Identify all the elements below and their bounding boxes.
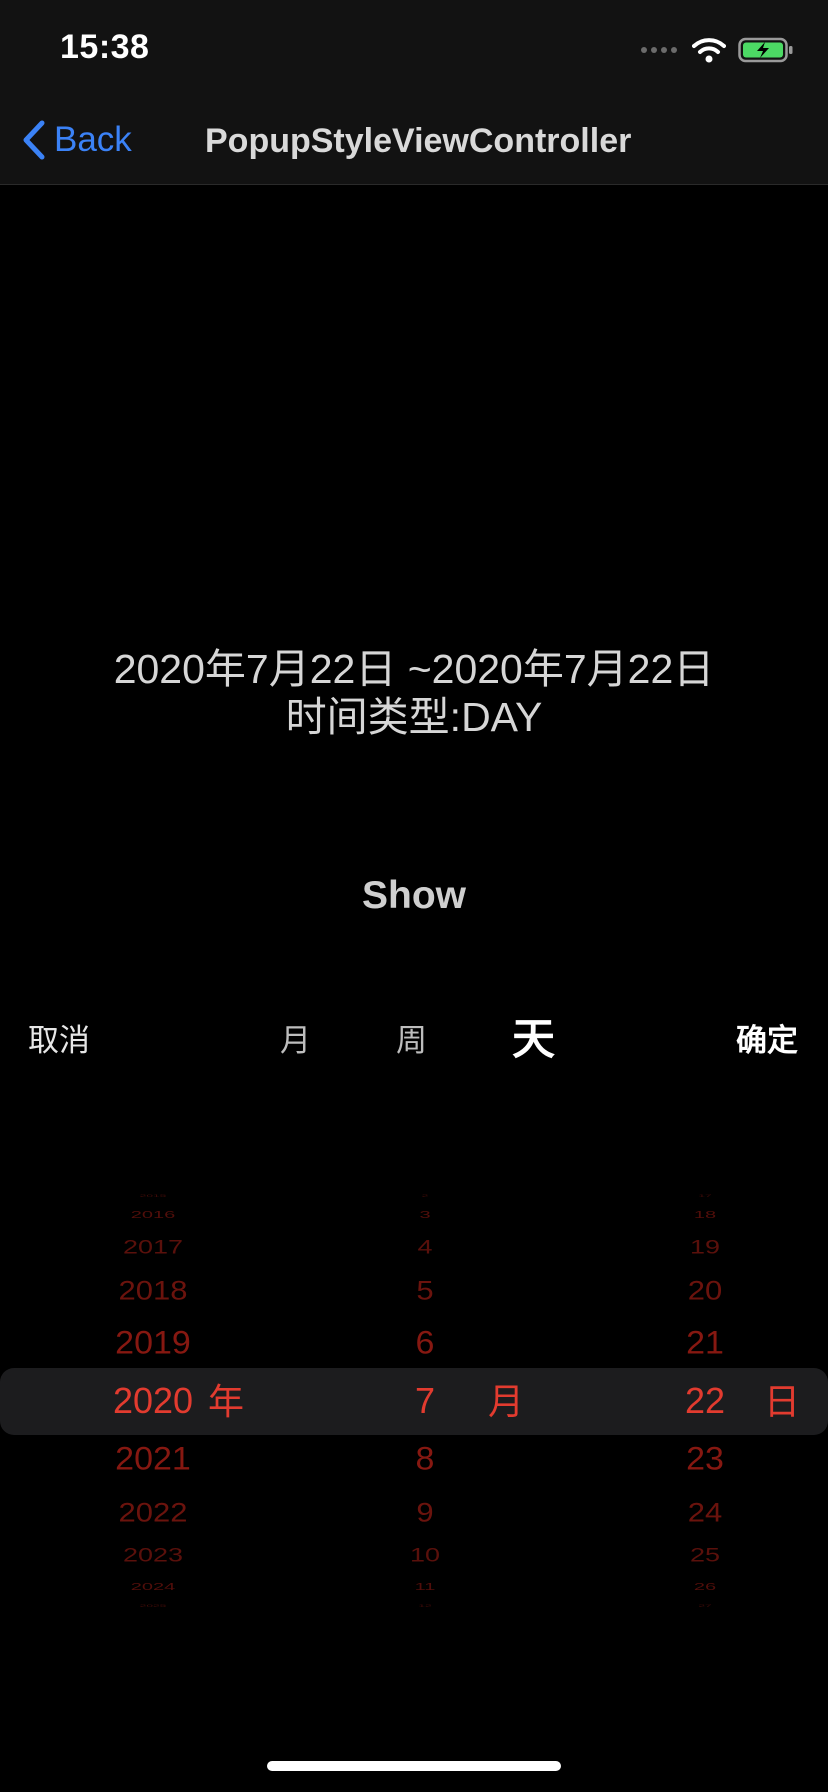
navigation-bar: Back PopupStyleViewController: [0, 96, 828, 185]
day-wheel[interactable]: 17 18 19 20 21 22 23 24 25 26 27: [660, 1160, 750, 1636]
year-row[interactable]: 2018: [88, 1276, 218, 1303]
month-row[interactable]: 7: [380, 1383, 470, 1419]
home-indicator[interactable]: [267, 1761, 561, 1771]
day-unit-label: 日: [764, 1381, 801, 1422]
battery-charging-icon: [738, 37, 793, 63]
back-button[interactable]: Back: [22, 116, 132, 164]
month-row[interactable]: 6: [380, 1327, 470, 1359]
show-button[interactable]: Show: [314, 866, 514, 926]
chevron-left-icon: [23, 120, 45, 160]
confirm-button[interactable]: 确定: [736, 1015, 798, 1060]
wifi-icon: [692, 38, 726, 63]
month-row[interactable]: 8: [380, 1443, 470, 1475]
status-bar: 15:38: [0, 0, 828, 96]
day-row[interactable]: 17: [660, 1194, 750, 1198]
month-row[interactable]: 11: [380, 1582, 470, 1592]
month-row[interactable]: 3: [380, 1210, 470, 1220]
month-row[interactable]: 4: [380, 1237, 470, 1256]
day-row[interactable]: 19: [660, 1237, 750, 1256]
year-wheel[interactable]: 2015 2016 2017 2018 2019 2020 2021 2022 2023 2024…: [88, 1160, 218, 1636]
month-row[interactable]: 2: [380, 1194, 470, 1198]
year-row[interactable]: 2022: [88, 1498, 218, 1525]
picker-toolbar: 取消 月 周 天 确定: [0, 1005, 828, 1067]
month-row[interactable]: 10: [380, 1545, 470, 1564]
status-icons: [640, 36, 794, 64]
page-title: PopupStyleViewController: [205, 122, 632, 160]
day-row[interactable]: 23: [660, 1443, 750, 1475]
year-row[interactable]: 2021: [88, 1443, 218, 1475]
date-picker: 2015 2016 2017 2018 2019 2020 2021 2022 2023 2024…: [0, 1160, 828, 1636]
year-row[interactable]: 2020: [88, 1383, 218, 1419]
date-range-text: 2020年7月22日 ~2020年7月22日: [113, 646, 715, 692]
day-row[interactable]: 18: [660, 1210, 750, 1220]
year-unit-label: 年: [208, 1381, 245, 1422]
day-row[interactable]: 24: [660, 1498, 750, 1525]
day-row[interactable]: 22: [660, 1383, 750, 1419]
segment-month[interactable]: 月: [280, 1015, 311, 1060]
year-row[interactable]: 2016: [88, 1210, 218, 1220]
day-row[interactable]: 25: [660, 1545, 750, 1564]
day-row[interactable]: 27: [660, 1604, 750, 1608]
month-row[interactable]: 12: [380, 1604, 470, 1608]
day-row[interactable]: 20: [660, 1276, 750, 1303]
day-row[interactable]: 21: [660, 1327, 750, 1359]
cellular-signal-icon: [641, 47, 677, 53]
back-label: Back: [54, 120, 132, 159]
status-time: 15:38: [60, 28, 150, 66]
year-row[interactable]: 2025: [88, 1604, 218, 1608]
month-unit-label: 月: [488, 1381, 525, 1422]
year-row[interactable]: 2023: [88, 1545, 218, 1564]
time-type-text: 时间类型:DAY: [285, 694, 543, 740]
day-row[interactable]: 26: [660, 1582, 750, 1592]
month-row[interactable]: 9: [380, 1498, 470, 1525]
year-row[interactable]: 2015: [88, 1194, 218, 1198]
month-wheel[interactable]: 2 3 4 5 6 7 8 9 10 11 12: [380, 1160, 470, 1636]
year-row[interactable]: 2024: [88, 1582, 218, 1592]
segment-day[interactable]: 天: [512, 1005, 555, 1067]
month-row[interactable]: 5: [380, 1276, 470, 1303]
segment-week[interactable]: 周: [396, 1015, 427, 1060]
cancel-button[interactable]: 取消: [28, 1015, 90, 1060]
year-row[interactable]: 2019: [88, 1327, 218, 1359]
year-row[interactable]: 2017: [88, 1237, 218, 1256]
date-range-display: 2020年7月22日 ~2020年7月22日 时间类型:DAY: [0, 645, 828, 741]
